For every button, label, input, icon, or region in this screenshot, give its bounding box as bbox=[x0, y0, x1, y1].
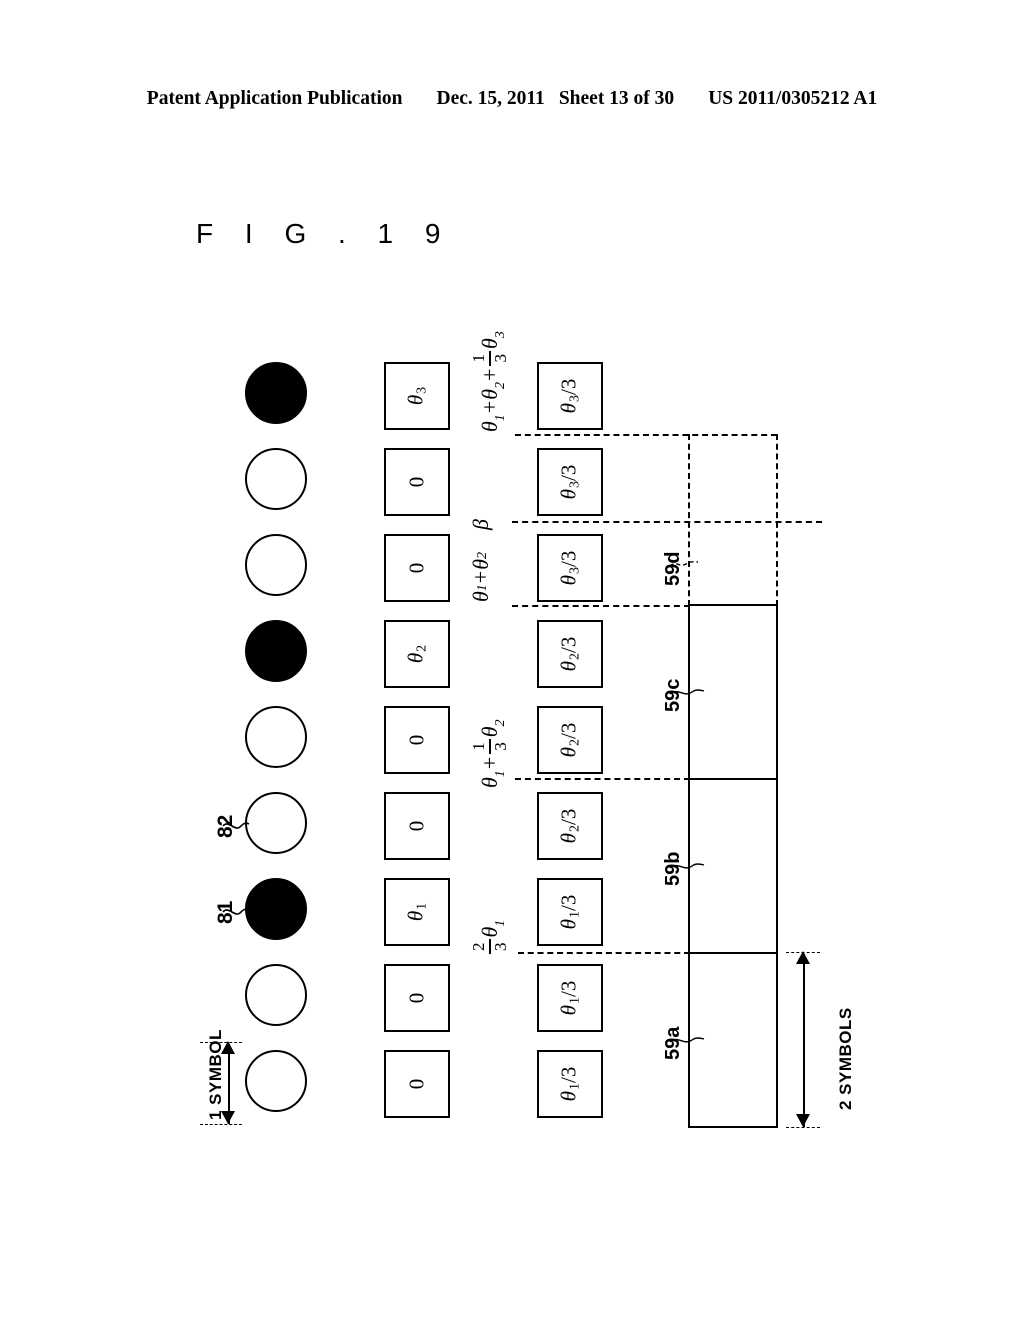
column2-cell-7: θ1 bbox=[384, 878, 450, 946]
column3-cell-8-label: θ1/3 bbox=[556, 980, 583, 1016]
column2-cell-2-label: 0 bbox=[404, 476, 429, 488]
guide-line-phase-sum-1 bbox=[515, 778, 690, 780]
column3-cell-1: θ3/3 bbox=[537, 362, 603, 430]
symbol-circle-4 bbox=[245, 620, 307, 682]
column3-cell-7-label: θ1/3 bbox=[556, 894, 583, 930]
column2-cell-4: θ2 bbox=[384, 620, 450, 688]
column2-cell-2: 0 bbox=[384, 448, 450, 516]
region-leader-59c bbox=[669, 689, 705, 695]
region-59d-left-edge bbox=[688, 434, 690, 606]
column3-cell-9: θ1/3 bbox=[537, 1050, 603, 1118]
figure-19-drawing: 82 81 1 SYMBOL θ3 0 0 θ2 0 0 θ1 0 0 θ 1 + bbox=[0, 0, 1024, 1320]
column3-cell-5: θ2/3 bbox=[537, 706, 603, 774]
phase-label-sum-1: θ 1 +1 3 θ 2 bbox=[469, 719, 510, 788]
column3-cell-3: θ3/3 bbox=[537, 534, 603, 602]
column3-cell-3-label: θ3/3 bbox=[556, 550, 583, 586]
column3-cell-4: θ2/3 bbox=[537, 620, 603, 688]
guide-line-phase-sum-3 bbox=[515, 434, 777, 436]
column3-cell-9-label: θ1/3 bbox=[556, 1066, 583, 1102]
column2-cell-9-label: 0 bbox=[404, 1078, 429, 1090]
column2-cell-7-label: θ1 bbox=[403, 902, 430, 922]
column3-cell-6: θ2/3 bbox=[537, 792, 603, 860]
column2-cell-8: 0 bbox=[384, 964, 450, 1032]
phase-label-sum-0: 23θ1 bbox=[469, 920, 510, 956]
column2-cell-8-label: 0 bbox=[404, 992, 429, 1004]
ref-leader-81 bbox=[222, 908, 250, 915]
phase-label-beta: β bbox=[468, 519, 493, 530]
column2-cell-4-label: θ2 bbox=[403, 644, 430, 664]
column3-cell-7: θ1/3 bbox=[537, 878, 603, 946]
column2-cell-6-label: 0 bbox=[404, 820, 429, 832]
dim-two-symbols-arrow-top bbox=[796, 951, 810, 964]
guide-line-phase-sum-2 bbox=[512, 605, 690, 607]
column3-cell-1-label: θ3/3 bbox=[556, 378, 583, 414]
column2-cell-3-label: 0 bbox=[404, 562, 429, 574]
dim-one-symbol-tick-bottom bbox=[200, 1124, 242, 1125]
column2-cell-9: 0 bbox=[384, 1050, 450, 1118]
symbol-circle-9 bbox=[245, 1050, 307, 1112]
symbol-circle-5 bbox=[245, 706, 307, 768]
dim-two-symbols-tick-bottom bbox=[786, 1127, 820, 1128]
region-leader-59b bbox=[669, 863, 705, 869]
dim-two-symbols-line bbox=[803, 954, 805, 1127]
column2-cell-1-label: θ3 bbox=[403, 386, 430, 406]
column2-cell-5-label: 0 bbox=[404, 734, 429, 746]
column2-cell-1: θ3 bbox=[384, 362, 450, 430]
symbol-circle-3 bbox=[245, 534, 307, 596]
symbol-circle-2 bbox=[245, 448, 307, 510]
column2-cell-3: 0 bbox=[384, 534, 450, 602]
column3-cell-2: θ3/3 bbox=[537, 448, 603, 516]
guide-line-phase-sum-0 bbox=[518, 952, 690, 954]
column3-cell-8: θ1/3 bbox=[537, 964, 603, 1032]
dim-two-symbols-arrow-bottom bbox=[796, 1114, 810, 1127]
phase-label-sum-3: θ 1 + θ 2 +1 3 θ 3 bbox=[469, 331, 510, 432]
region-leader-59a bbox=[669, 1037, 705, 1043]
phase-label-sum-2: θ 1 + θ 2 bbox=[468, 551, 493, 602]
dim-two-symbols-label: 2 SYMBOLS bbox=[836, 1007, 855, 1110]
symbol-circle-1 bbox=[245, 362, 307, 424]
column3-cell-6-label: θ2/3 bbox=[556, 808, 583, 844]
ref-leader-82 bbox=[222, 822, 250, 829]
column2-cell-5: 0 bbox=[384, 706, 450, 774]
region-leader-59d bbox=[669, 561, 699, 567]
symbol-circle-8 bbox=[245, 964, 307, 1026]
column3-cell-2-label: θ3/3 bbox=[556, 464, 583, 500]
column2-cell-6: 0 bbox=[384, 792, 450, 860]
column3-cell-5-label: θ2/3 bbox=[556, 722, 583, 758]
dim-one-symbol-label: 1 SYMBOL bbox=[206, 1029, 225, 1120]
region-59d-right-edge bbox=[776, 434, 778, 606]
column3-cell-4-label: θ2/3 bbox=[556, 636, 583, 672]
